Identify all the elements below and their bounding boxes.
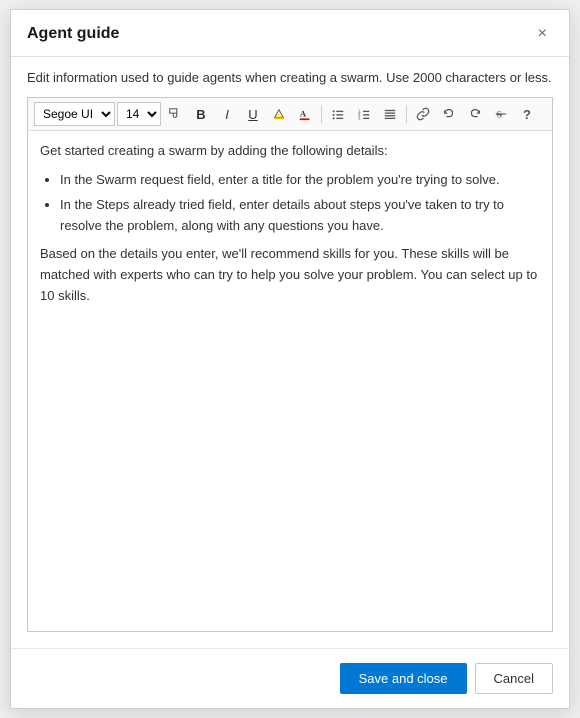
toolbar-divider-1	[321, 105, 322, 123]
editor-conclusion: Based on the details you enter, we'll re…	[40, 244, 540, 306]
numbered-list-button[interactable]: 1. 2. 3.	[352, 102, 376, 126]
numbered-list-icon: 1. 2. 3.	[357, 107, 371, 121]
align-icon	[383, 107, 397, 121]
save-close-button[interactable]: Save and close	[340, 663, 467, 694]
svg-text:A: A	[300, 109, 307, 119]
font-color-icon: A	[298, 107, 312, 121]
align-button[interactable]	[378, 102, 402, 126]
help-icon: ?	[523, 107, 531, 122]
font-family-select[interactable]: Segoe UI	[34, 102, 115, 126]
svg-text:3.: 3.	[358, 115, 362, 120]
underline-button[interactable]: U	[241, 102, 265, 126]
paintbrush-icon	[168, 107, 182, 121]
strikethrough-icon: S	[494, 107, 508, 121]
undo-icon	[442, 107, 456, 121]
dialog-description: Edit information used to guide agents wh…	[11, 57, 569, 97]
dialog-header: Agent guide ×	[11, 10, 569, 57]
strikethrough-button[interactable]: S	[489, 102, 513, 126]
link-button[interactable]	[411, 102, 435, 126]
cancel-button[interactable]: Cancel	[475, 663, 553, 694]
font-size-select[interactable]: 14	[117, 102, 161, 126]
redo-button[interactable]	[463, 102, 487, 126]
redo-icon	[468, 107, 482, 121]
svg-text:S: S	[497, 110, 502, 121]
italic-button[interactable]: I	[215, 102, 239, 126]
font-color-button[interactable]: A	[293, 102, 317, 126]
editor-bullet-2: In the Steps already tried field, enter …	[60, 195, 540, 237]
editor-content-area[interactable]: Get started creating a swarm by adding t…	[28, 131, 552, 631]
editor-intro: Get started creating a swarm by adding t…	[40, 141, 540, 162]
bullet-list-icon	[331, 107, 345, 121]
dialog-footer: Save and close Cancel	[11, 648, 569, 708]
editor-toolbar: Segoe UI 14 B I U	[28, 98, 552, 131]
dialog-title: Agent guide	[27, 25, 119, 43]
bold-button[interactable]: B	[189, 102, 213, 126]
link-icon	[416, 107, 430, 121]
bullet-list-button[interactable]	[326, 102, 350, 126]
toolbar-divider-2	[406, 105, 407, 123]
help-button[interactable]: ?	[515, 102, 539, 126]
editor-container: Segoe UI 14 B I U	[27, 97, 553, 632]
highlight-button[interactable]	[267, 102, 291, 126]
agent-guide-dialog: Agent guide × Edit information used to g…	[10, 9, 570, 709]
close-button[interactable]: ×	[532, 24, 553, 44]
format-paintbrush-button[interactable]	[163, 102, 187, 126]
editor-bullet-1: In the Swarm request field, enter a titl…	[60, 170, 540, 191]
highlight-icon	[272, 107, 286, 121]
undo-button[interactable]	[437, 102, 461, 126]
editor-bullet-list: In the Swarm request field, enter a titl…	[60, 170, 540, 236]
